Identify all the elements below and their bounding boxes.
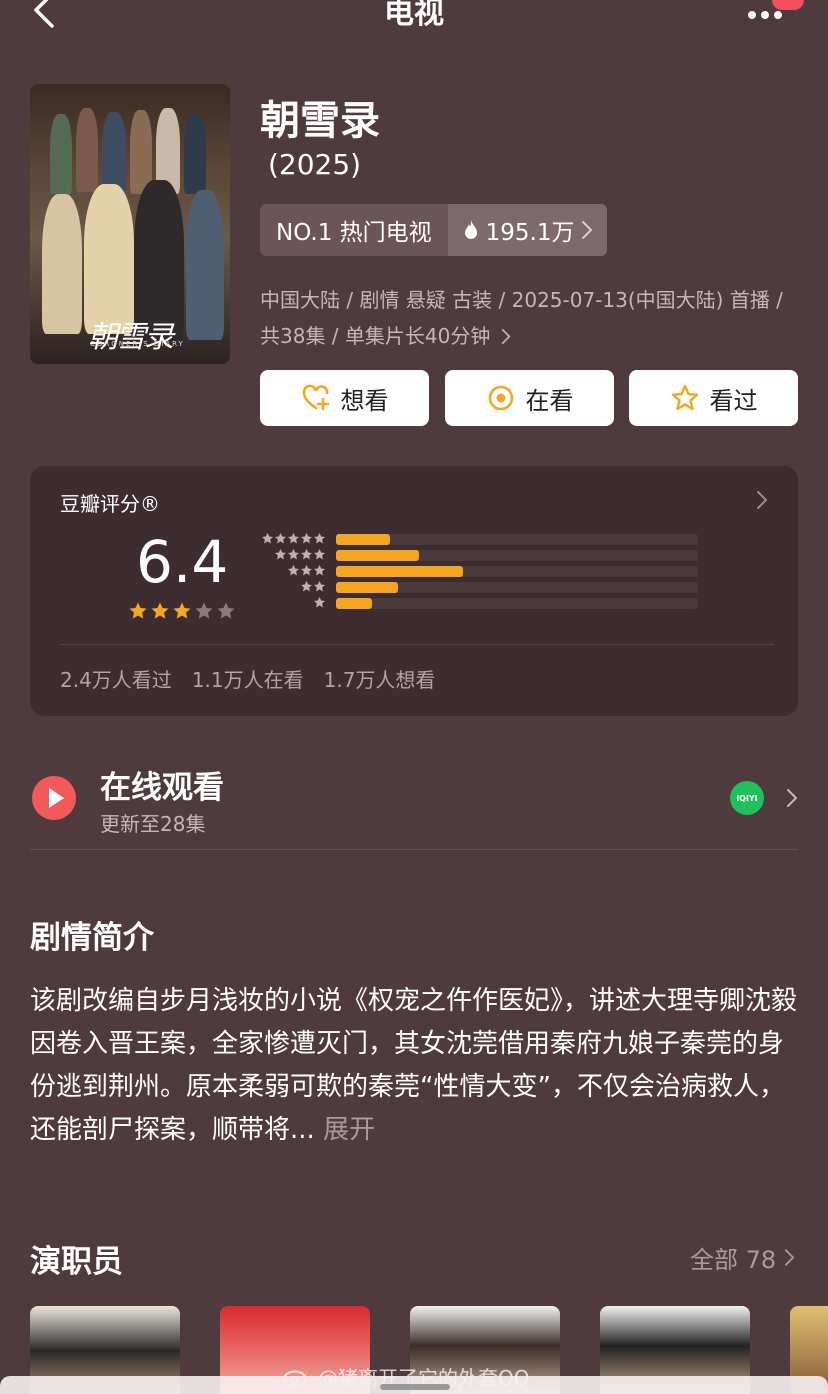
chevron-right-icon: [501, 329, 510, 344]
cast-all-link[interactable]: 全部 78: [690, 1240, 795, 1275]
distribution-stars: [274, 548, 326, 561]
star-icon: [261, 532, 274, 544]
distribution-row: [256, 548, 706, 564]
distribution-track: [336, 582, 698, 593]
watching-count: 1.1万人在看: [191, 668, 304, 692]
synopsis-body: 该剧改编自步月浅妆的小说《权宠之仵作医妃》，讲述大理寺卿沈毅因卷入晋王案，全家惨…: [30, 986, 798, 1145]
distribution-row: [256, 596, 706, 612]
star-icon: [313, 532, 326, 544]
star-icon: [313, 580, 326, 592]
heart-plus-icon: [302, 384, 329, 411]
star-icon: [287, 548, 300, 560]
poster-logo: 朝雪录: [88, 320, 174, 355]
distribution-stars: [313, 596, 326, 609]
rating-source-label: 豆瓣评分®: [60, 492, 160, 516]
rank-badge[interactable]: NO.1 热门电视 195.1万: [260, 204, 607, 256]
play-triangle-icon: [49, 788, 64, 808]
cast-all-label: 全部 78: [690, 1246, 777, 1274]
want-to-watch-button[interactable]: 想看: [260, 370, 429, 426]
distribution-bar: [336, 598, 373, 609]
star-icon: [129, 602, 147, 619]
star-icon: [313, 596, 326, 608]
distribution-track: [336, 550, 698, 561]
star-icon: [313, 564, 326, 576]
notification-badge: [772, 0, 804, 10]
watched-button[interactable]: 看过: [629, 370, 798, 426]
rating-score: 6.4: [136, 528, 229, 596]
distribution-bar: [336, 550, 420, 561]
star-icon: [274, 532, 287, 544]
star-icon: [195, 602, 213, 619]
chevron-right-icon: [785, 1249, 795, 1266]
star-icon: [287, 532, 300, 544]
poster-image[interactable]: 朝雪录 CORONER'S DIARY: [30, 84, 230, 364]
distribution-track: [336, 566, 698, 577]
star-outline-icon: [671, 384, 698, 411]
page-title: 电视: [384, 0, 444, 31]
play-icon[interactable]: [32, 776, 76, 820]
rating-stars: [128, 601, 236, 621]
distribution-bar: [336, 582, 398, 593]
expand-link[interactable]: 展开: [323, 1115, 375, 1145]
chevron-right-icon[interactable]: [786, 788, 798, 808]
divider: [30, 849, 798, 850]
target-icon: [488, 385, 513, 411]
star-icon: [287, 564, 300, 576]
star-icon: [300, 564, 313, 576]
show-year: (2025): [268, 148, 362, 181]
poster-subtitle: CORONER'S DIARY: [90, 340, 185, 348]
top-bar: 电视: [0, 0, 828, 40]
synopsis-heading: 剧情简介: [30, 920, 154, 956]
iqiyi-logo-icon[interactable]: iQIYI: [730, 781, 764, 815]
rating-counts: 2.4万人看过 1.1万人在看 1.7万人想看: [60, 664, 435, 693]
home-indicator[interactable]: [380, 1384, 450, 1390]
synopsis-text[interactable]: 该剧改编自步月浅妆的小说《权宠之仵作医妃》，讲述大理寺卿沈毅因卷入晋王案，全家惨…: [30, 980, 800, 1152]
online-watch-title[interactable]: 在线观看: [100, 762, 224, 807]
star-icon: [274, 548, 287, 560]
show-title: 朝雪录: [260, 98, 380, 144]
star-icon: [151, 602, 169, 619]
distribution-bar: [336, 566, 463, 577]
star-icon: [173, 602, 191, 619]
distribution-stars: [261, 532, 326, 545]
want-count: 1.7万人想看: [323, 668, 436, 692]
want-label: 想看: [340, 386, 389, 415]
star-icon: [300, 532, 313, 544]
chevron-right-icon: [581, 221, 592, 239]
distribution-stars: [287, 564, 326, 577]
distribution-track: [336, 534, 698, 545]
chevron-right-icon: [757, 491, 767, 509]
rating-card[interactable]: 豆瓣评分® 6.4 2.4万人看过 1.1万人在看 1.7万人想看: [30, 466, 798, 716]
online-watch-subtitle: 更新至28集: [100, 812, 206, 836]
heat-value: 195.1万: [485, 220, 575, 246]
meta-text: 中国大陆 / 剧情 悬疑 古装 / 2025-07-13(中国大陆) 首播 / …: [260, 288, 783, 348]
watching-button[interactable]: 在看: [445, 370, 614, 426]
star-icon: [217, 602, 235, 619]
rating-distribution: [256, 532, 706, 612]
show-meta[interactable]: 中国大陆 / 剧情 悬疑 古装 / 2025-07-13(中国大陆) 首播 / …: [260, 282, 800, 354]
cast-heading: 演职员: [30, 1244, 123, 1280]
watching-label: 在看: [525, 386, 574, 415]
watched-label: 看过: [709, 386, 758, 415]
distribution-row: [256, 564, 706, 580]
watched-count: 2.4万人看过: [60, 668, 172, 692]
star-icon: [313, 548, 326, 560]
flame-icon: [464, 220, 477, 239]
distribution-bar: [336, 534, 391, 545]
distribution-row: [256, 532, 706, 548]
distribution-track: [336, 598, 698, 609]
star-icon: [300, 548, 313, 560]
distribution-stars: [300, 580, 326, 593]
distribution-row: [256, 580, 706, 596]
divider: [60, 644, 774, 645]
heat-indicator[interactable]: 195.1万: [447, 204, 607, 256]
star-icon: [300, 580, 313, 592]
rank-label: NO.1 热门电视: [260, 204, 448, 256]
